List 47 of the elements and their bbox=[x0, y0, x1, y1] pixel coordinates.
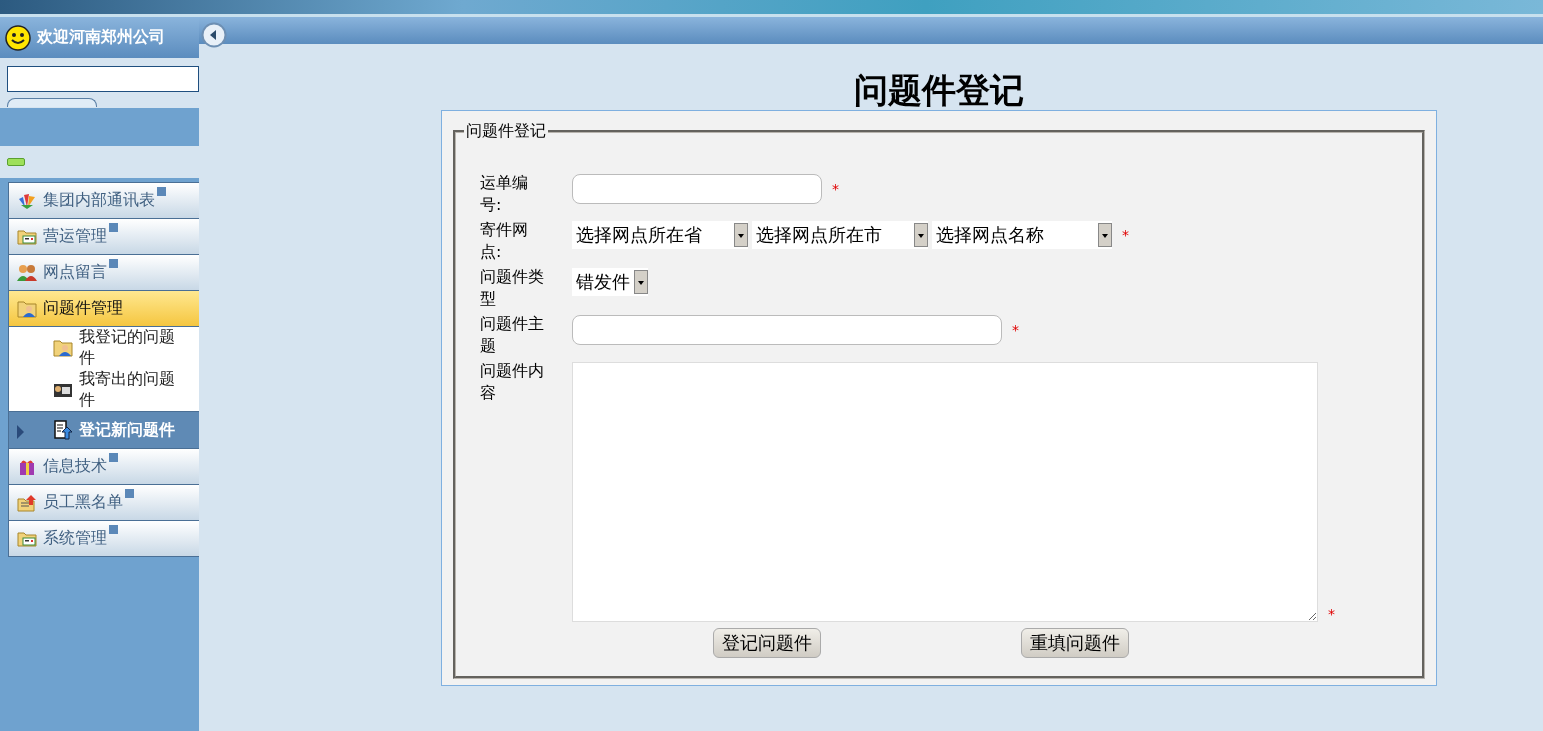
expand-icon[interactable] bbox=[109, 525, 118, 534]
required-mark: * bbox=[832, 181, 839, 197]
welcome-text: 欢迎河南郑州公司 bbox=[37, 27, 165, 48]
text-field[interactable] bbox=[572, 315, 1002, 345]
field-label: 问题件类型 bbox=[480, 266, 545, 310]
collapse-icon[interactable] bbox=[7, 158, 25, 166]
smiley-icon bbox=[5, 24, 31, 51]
menu-item[interactable]: 信息技术 bbox=[8, 449, 199, 485]
menu-item[interactable]: 系统管理 bbox=[8, 521, 199, 557]
submenu-item[interactable]: 我登记的问题件 bbox=[9, 327, 199, 369]
expand-icon[interactable] bbox=[109, 223, 118, 232]
expand-icon[interactable] bbox=[157, 187, 166, 196]
menu-item[interactable]: 员工黑名单 bbox=[8, 485, 199, 521]
menu-item[interactable]: 问题件管理 bbox=[8, 291, 199, 327]
people-icon bbox=[17, 262, 37, 283]
required-mark: * bbox=[1328, 606, 1335, 622]
arrow-icon bbox=[17, 425, 24, 439]
submenu-item[interactable]: 我寄出的问题件 bbox=[9, 369, 199, 411]
menu-item[interactable]: 营运管理 bbox=[8, 219, 199, 255]
dropdown[interactable]: 选择网点名称 bbox=[932, 221, 1112, 249]
form-button[interactable]: 登记问题件 bbox=[713, 628, 821, 658]
document-upload-icon bbox=[53, 420, 73, 440]
submenu-item[interactable]: 登记新问题件 bbox=[9, 411, 199, 449]
text-area[interactable] bbox=[572, 362, 1318, 622]
user-folder-icon bbox=[17, 298, 37, 319]
expand-icon[interactable] bbox=[109, 453, 118, 462]
text-field[interactable] bbox=[572, 174, 822, 204]
expand-icon[interactable] bbox=[125, 489, 134, 498]
page-title: 问题件登记 bbox=[854, 70, 1024, 110]
field-label: 问题件主题 bbox=[480, 313, 545, 357]
menu-item[interactable]: 集团内部通讯表 bbox=[8, 182, 199, 219]
user-folder-icon bbox=[53, 338, 73, 358]
field-label: 运单编号: bbox=[480, 172, 529, 216]
folder-arrow-icon bbox=[17, 492, 37, 513]
field-label: 寄件网点: bbox=[480, 219, 529, 263]
dropdown[interactable]: 选择网点所在省 bbox=[572, 221, 748, 249]
search-field[interactable] bbox=[7, 66, 199, 92]
fieldset-legend: 问题件登记 bbox=[464, 121, 548, 142]
dropdown[interactable]: 选择网点所在市 bbox=[752, 221, 928, 249]
expand-icon[interactable] bbox=[109, 259, 118, 268]
required-mark: * bbox=[1012, 322, 1019, 338]
menu-item[interactable]: 网点留言 bbox=[8, 255, 199, 291]
search-button[interactable] bbox=[7, 98, 97, 107]
dropdown[interactable]: 错发件 bbox=[572, 268, 648, 296]
field-label: 问题件内容 bbox=[480, 360, 545, 404]
form-button[interactable]: 重填问题件 bbox=[1021, 628, 1129, 658]
required-mark: * bbox=[1122, 227, 1129, 243]
